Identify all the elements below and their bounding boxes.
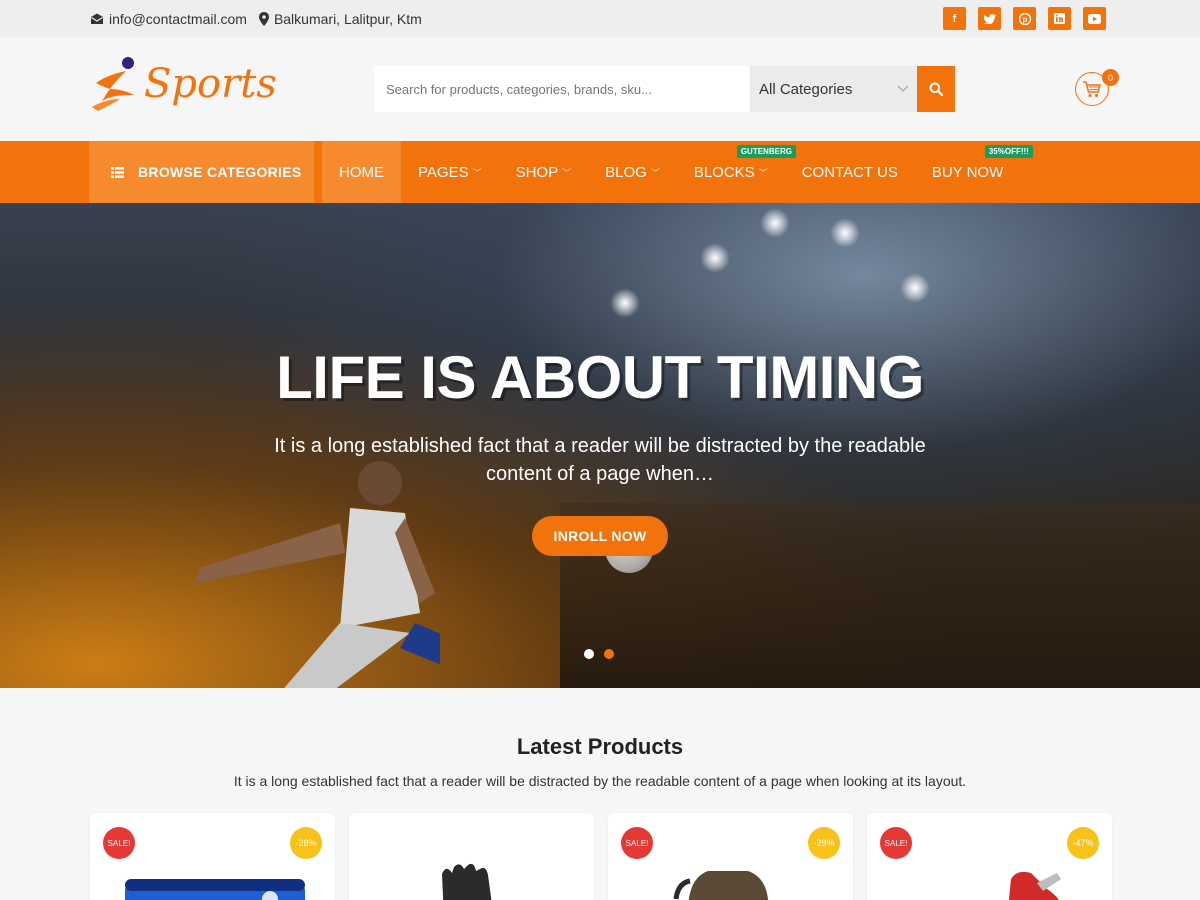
nav-item-contact-us[interactable]: CONTACT US bbox=[785, 141, 915, 203]
product-card[interactable]: SALE! -47% bbox=[867, 813, 1112, 900]
nav-item-label: BUY NOW bbox=[931, 163, 1004, 181]
facebook-icon[interactable]: f bbox=[943, 7, 966, 30]
section-title: Latest Products bbox=[516, 734, 684, 759]
linkedin-icon[interactable] bbox=[1048, 7, 1071, 30]
nav-item-home[interactable]: HOME bbox=[322, 141, 401, 203]
stadium-light bbox=[900, 273, 930, 303]
gloves-image bbox=[442, 863, 492, 900]
enroll-now-button[interactable]: INROLL NOW bbox=[531, 516, 669, 556]
shoe-image bbox=[1008, 871, 1061, 900]
nav-menu: HOME PAGES ﹀ SHOP ﹀ BLOG ﹀ GUTENBERG BLO… bbox=[322, 141, 1033, 203]
chevron-down-icon: ﹀ bbox=[758, 167, 768, 178]
youtube-icon[interactable] bbox=[1083, 7, 1106, 30]
pinterest-icon[interactable]: p bbox=[1013, 7, 1036, 30]
search-bar: All Categories bbox=[374, 66, 955, 112]
nav-item-blocks[interactable]: GUTENBERG BLOCKS ﹀ bbox=[677, 141, 796, 203]
top-bar: info@contactmail.com Balkumari, Lalitpur… bbox=[0, 0, 1200, 37]
discount-badge: -28% bbox=[290, 827, 322, 859]
email-item[interactable]: info@contactmail.com bbox=[90, 11, 247, 27]
stadium-light bbox=[610, 288, 640, 318]
main-nav: BROWSE CATEGORIES HOME PAGES ﹀ SHOP ﹀ BL… bbox=[0, 141, 1200, 203]
cart-icon bbox=[1083, 80, 1101, 97]
stadium-light bbox=[760, 208, 790, 238]
slider-dot-active[interactable] bbox=[604, 649, 614, 659]
nav-item-shop[interactable]: SHOP ﹀ bbox=[499, 141, 589, 203]
nav-item-label: HOME bbox=[339, 163, 384, 181]
contact-info: info@contactmail.com Balkumari, Lalitpur… bbox=[90, 11, 422, 27]
nav-item-buy-now[interactable]: 35%OFF!!! BUY NOW bbox=[915, 141, 1033, 203]
svg-text:p: p bbox=[1022, 15, 1027, 24]
social-links: f p bbox=[943, 7, 1106, 30]
chevron-down-icon: ﹀ bbox=[472, 167, 482, 178]
stadium-light bbox=[700, 243, 730, 273]
product-cards: SALE! -28% SALE! -29% SALE! -47% bbox=[90, 813, 1112, 900]
product-card[interactable]: SALE! -28% bbox=[90, 813, 335, 900]
duffel-bag-image bbox=[125, 879, 305, 900]
chevron-down-icon: ﹀ bbox=[562, 167, 572, 178]
nav-item-blog[interactable]: BLOG ﹀ bbox=[588, 141, 677, 203]
discount-tag: 35%OFF!!! bbox=[984, 145, 1033, 158]
runner-logo-icon bbox=[92, 57, 134, 111]
stadium-light bbox=[830, 218, 860, 248]
site-header: Sports All Categories 0 bbox=[0, 37, 1200, 141]
category-select[interactable]: All Categories bbox=[750, 66, 917, 112]
address-text: Balkumari, Lalitpur, Ktm bbox=[273, 10, 422, 27]
cart-button[interactable]: 0 bbox=[1075, 69, 1119, 106]
twitter-icon[interactable] bbox=[978, 7, 1001, 30]
search-input[interactable] bbox=[374, 66, 750, 112]
chevron-down-icon: ﹀ bbox=[650, 167, 660, 178]
nav-item-label: CONTACT US bbox=[801, 163, 898, 181]
discount-badge: -29% bbox=[808, 827, 840, 859]
cart-count-badge: 0 bbox=[1102, 69, 1119, 86]
nav-item-label: SHOP bbox=[515, 163, 559, 181]
nav-item-label: BLOCKS bbox=[693, 163, 755, 181]
discount-badge: -47% bbox=[1067, 827, 1099, 859]
hero-content: LIFE IS ABOUT TIMING It is a long establ… bbox=[0, 343, 1200, 556]
search-button[interactable] bbox=[917, 66, 955, 112]
envelope-icon bbox=[91, 13, 103, 24]
list-icon bbox=[111, 166, 124, 178]
site-logo[interactable]: Sports bbox=[90, 55, 277, 113]
hero-text: It is a long established fact that a rea… bbox=[274, 435, 926, 485]
email-text: info@contactmail.com bbox=[109, 10, 247, 27]
slider-dot[interactable] bbox=[584, 649, 594, 659]
latest-products-section: Latest Products It is a long established… bbox=[0, 688, 1200, 900]
hero-slider: LIFE IS ABOUT TIMING It is a long establ… bbox=[0, 203, 1200, 688]
search-icon bbox=[929, 82, 943, 96]
browse-categories-label: BROWSE CATEGORIES bbox=[138, 164, 302, 180]
category-select-value: All Categories bbox=[759, 80, 853, 98]
product-card[interactable] bbox=[349, 813, 594, 900]
nav-item-label: BLOG bbox=[605, 163, 647, 181]
logo-text: Sports bbox=[144, 61, 277, 107]
backpack-image bbox=[673, 871, 769, 900]
nav-item-pages[interactable]: PAGES ﹀ bbox=[401, 141, 499, 203]
nav-item-label: PAGES bbox=[418, 163, 469, 181]
browse-categories-button[interactable]: BROWSE CATEGORIES bbox=[89, 141, 314, 203]
address-item: Balkumari, Lalitpur, Ktm bbox=[258, 10, 422, 27]
map-pin-icon bbox=[258, 11, 269, 26]
sale-badge: SALE! bbox=[103, 827, 135, 859]
sale-badge: SALE! bbox=[621, 827, 653, 859]
sale-badge: SALE! bbox=[880, 827, 912, 859]
product-card[interactable]: SALE! -29% bbox=[608, 813, 853, 900]
chevron-down-icon bbox=[897, 85, 909, 92]
hero-title: LIFE IS ABOUT TIMING bbox=[276, 344, 924, 411]
slider-dots bbox=[584, 649, 614, 659]
section-subtitle: It is a long established fact that a rea… bbox=[233, 773, 967, 789]
